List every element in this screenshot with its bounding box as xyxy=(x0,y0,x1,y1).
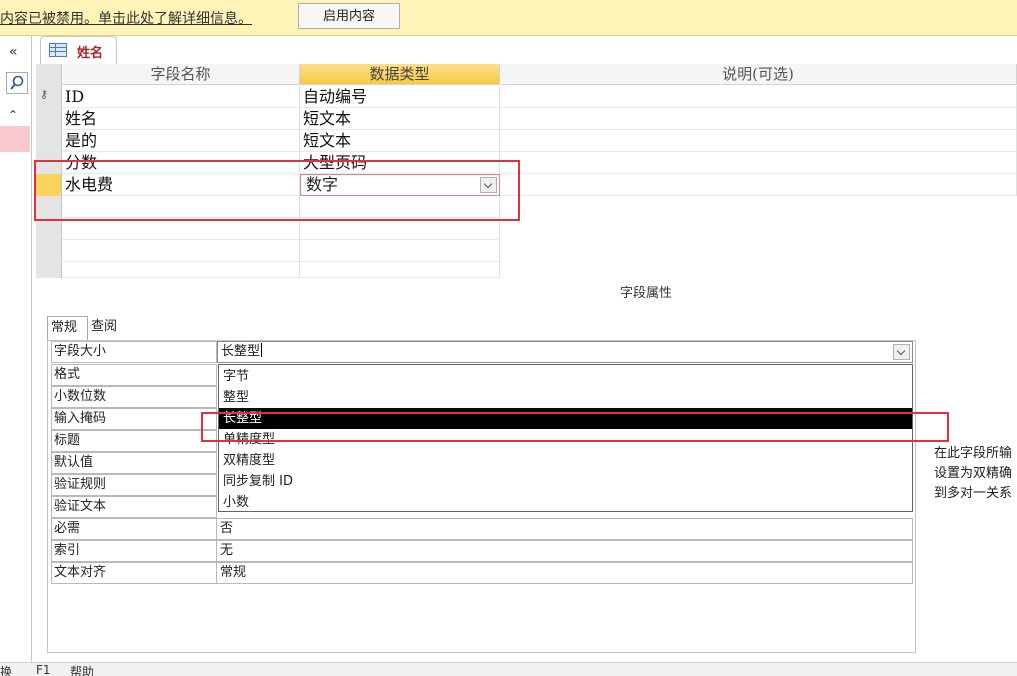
property-label: 文本对齐 xyxy=(51,562,217,584)
highlight-box-field-row xyxy=(34,160,520,221)
property-label: 标题 xyxy=(51,430,217,452)
description-cell[interactable] xyxy=(500,152,1017,174)
field-row[interactable]: ID 自动编号 xyxy=(62,86,1017,108)
nav-search-button[interactable] xyxy=(6,72,28,94)
empty-row[interactable] xyxy=(62,262,1017,278)
field-name-cell[interactable] xyxy=(62,262,300,278)
navigation-pane: « ⌃ xyxy=(0,36,32,662)
description-line: 到多对一关系 xyxy=(934,486,1013,501)
header-field-name: 字段名称 xyxy=(62,64,300,85)
security-warning-bar: 内容已被禁用。单击此处了解详细信息。 启用内容 xyxy=(0,0,1017,36)
header-description: 说明(可选) xyxy=(500,64,1017,85)
property-value[interactable]: 常规 xyxy=(217,562,913,584)
field-name-cell[interactable] xyxy=(62,218,300,240)
description-line: 设置为双精确 xyxy=(934,466,1013,481)
field-row[interactable]: 是的 短文本 xyxy=(62,130,1017,152)
field-size-value: 长整型 xyxy=(221,344,261,359)
security-warning-link[interactable]: 内容已被禁用。单击此处了解详细信息。 xyxy=(0,8,252,28)
status-key: F1 xyxy=(36,663,51,676)
dropdown-option[interactable]: 字节 xyxy=(219,366,912,387)
description-cell[interactable] xyxy=(500,108,1017,130)
field-name-cell[interactable]: ID xyxy=(62,86,300,108)
field-row[interactable]: 姓名 短文本 xyxy=(62,108,1017,130)
empty-row[interactable] xyxy=(62,240,1017,262)
primary-key-icon: ⚷ xyxy=(40,88,49,101)
text-caret xyxy=(261,343,263,357)
collapse-pane-icon[interactable]: « xyxy=(9,44,18,60)
status-text: 换 xyxy=(0,665,13,676)
property-row-field-size[interactable]: 字段大小 长整型 xyxy=(51,341,913,363)
field-properties-title: 字段属性 xyxy=(620,286,673,301)
property-value[interactable]: 无 xyxy=(217,540,913,562)
enable-content-button[interactable]: 启用内容 xyxy=(298,3,400,29)
data-type-cell[interactable] xyxy=(300,240,500,262)
field-name-cell[interactable]: 是的 xyxy=(62,130,300,152)
chevron-down-icon[interactable] xyxy=(893,344,910,360)
header-data-type: 数据类型 xyxy=(300,64,500,85)
status-bar: 换 F1 帮助 xyxy=(0,662,1017,676)
property-row-indexed[interactable]: 索引 无 xyxy=(51,540,913,562)
description-cell[interactable] xyxy=(500,130,1017,152)
dropdown-option[interactable]: 小数 xyxy=(219,492,912,513)
search-icon xyxy=(10,75,24,90)
dropdown-option[interactable]: 同步复制 ID xyxy=(219,471,912,492)
property-label: 验证文本 xyxy=(51,496,217,518)
field-name-cell[interactable]: 姓名 xyxy=(62,108,300,130)
property-value[interactable]: 否 xyxy=(217,518,913,540)
field-size-combobox[interactable]: 长整型 xyxy=(217,341,913,363)
field-name-cell[interactable] xyxy=(62,240,300,262)
description-cell[interactable] xyxy=(500,174,1017,196)
property-row-text-align[interactable]: 文本对齐 常规 xyxy=(51,562,913,584)
property-label: 必需 xyxy=(51,518,217,540)
nav-selected-object[interactable] xyxy=(0,126,30,152)
tab-general[interactable]: 常规 xyxy=(47,316,88,340)
expand-group-icon[interactable]: ⌃ xyxy=(8,108,18,122)
property-label: 格式 xyxy=(51,364,217,386)
empty-row[interactable] xyxy=(62,218,1017,240)
property-label: 验证规则 xyxy=(51,474,217,496)
dropdown-option[interactable]: 双精度型 xyxy=(219,450,912,471)
property-label: 小数位数 xyxy=(51,386,217,408)
data-type-cell[interactable]: 自动编号 xyxy=(300,86,500,108)
data-type-cell[interactable] xyxy=(300,262,500,278)
tab-lookup[interactable]: 查阅 xyxy=(88,316,124,340)
highlight-box-selected-option xyxy=(201,412,949,442)
document-tab-strip: 姓名 xyxy=(36,36,1017,64)
property-description: 在此字段所输 设置为双精确 到多对一关系 xyxy=(934,444,1017,504)
data-type-cell[interactable] xyxy=(300,218,500,240)
table-icon xyxy=(49,43,67,57)
description-cell[interactable] xyxy=(500,86,1017,108)
property-row-required[interactable]: 必需 否 xyxy=(51,518,913,540)
data-type-cell[interactable]: 短文本 xyxy=(300,108,500,130)
dropdown-option[interactable]: 整型 xyxy=(219,387,912,408)
status-help: 帮助 xyxy=(70,665,95,676)
property-label: 输入掩码 xyxy=(51,408,217,430)
tab-label: 姓名 xyxy=(77,46,104,61)
property-label: 字段大小 xyxy=(51,341,217,363)
tab-table-design[interactable]: 姓名 xyxy=(40,36,117,64)
property-label: 索引 xyxy=(51,540,217,562)
data-type-cell[interactable]: 短文本 xyxy=(300,130,500,152)
description-line: 在此字段所输 xyxy=(934,446,1013,461)
property-label: 默认值 xyxy=(51,452,217,474)
